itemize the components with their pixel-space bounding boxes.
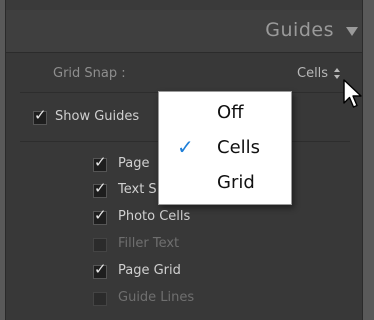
menu-item-cells[interactable]: ✓ Cells [159,131,291,165]
text-safe-area-checkbox[interactable] [93,179,107,198]
menu-item-label: Grid [217,172,255,193]
menu-item-label: Off [217,102,244,123]
show-guides-checkbox[interactable] [33,106,47,125]
grid-snap-label: Grid Snap : [53,66,126,81]
guide-lines-label: Guide Lines [118,290,195,305]
photo-cells-label: Photo Cells [118,209,191,224]
text-safe-area-label: Text S [118,182,157,197]
page-checkbox[interactable] [93,153,107,172]
menu-item-label: Cells [217,137,261,158]
mouse-cursor-icon [343,79,362,108]
show-guides-label: Show Guides [55,109,140,124]
grid-snap-dropdown-menu: Off ✓ Cells Grid [158,91,292,205]
guide-lines-checkbox[interactable] [93,292,107,306]
page-label: Page [118,156,150,171]
app-background: Guides Grid Snap : Cells Show Guides Pag… [0,0,374,320]
panel-header[interactable]: Guides [6,10,362,53]
grid-snap-select[interactable]: Cells [297,66,328,81]
updown-arrows-icon[interactable] [334,68,340,80]
filler-text-checkbox[interactable] [93,238,107,252]
page-grid-checkbox[interactable] [93,260,107,279]
filler-text-label: Filler Text [118,236,180,251]
checkmark-icon: ✓ [177,135,194,159]
page-grid-label: Page Grid [118,263,181,278]
menu-item-off[interactable]: Off [159,96,291,130]
photo-cells-checkbox[interactable] [93,206,107,225]
menu-item-grid[interactable]: Grid [159,166,291,200]
panel-title: Guides [265,19,334,41]
collapse-triangle-icon[interactable] [346,27,358,36]
